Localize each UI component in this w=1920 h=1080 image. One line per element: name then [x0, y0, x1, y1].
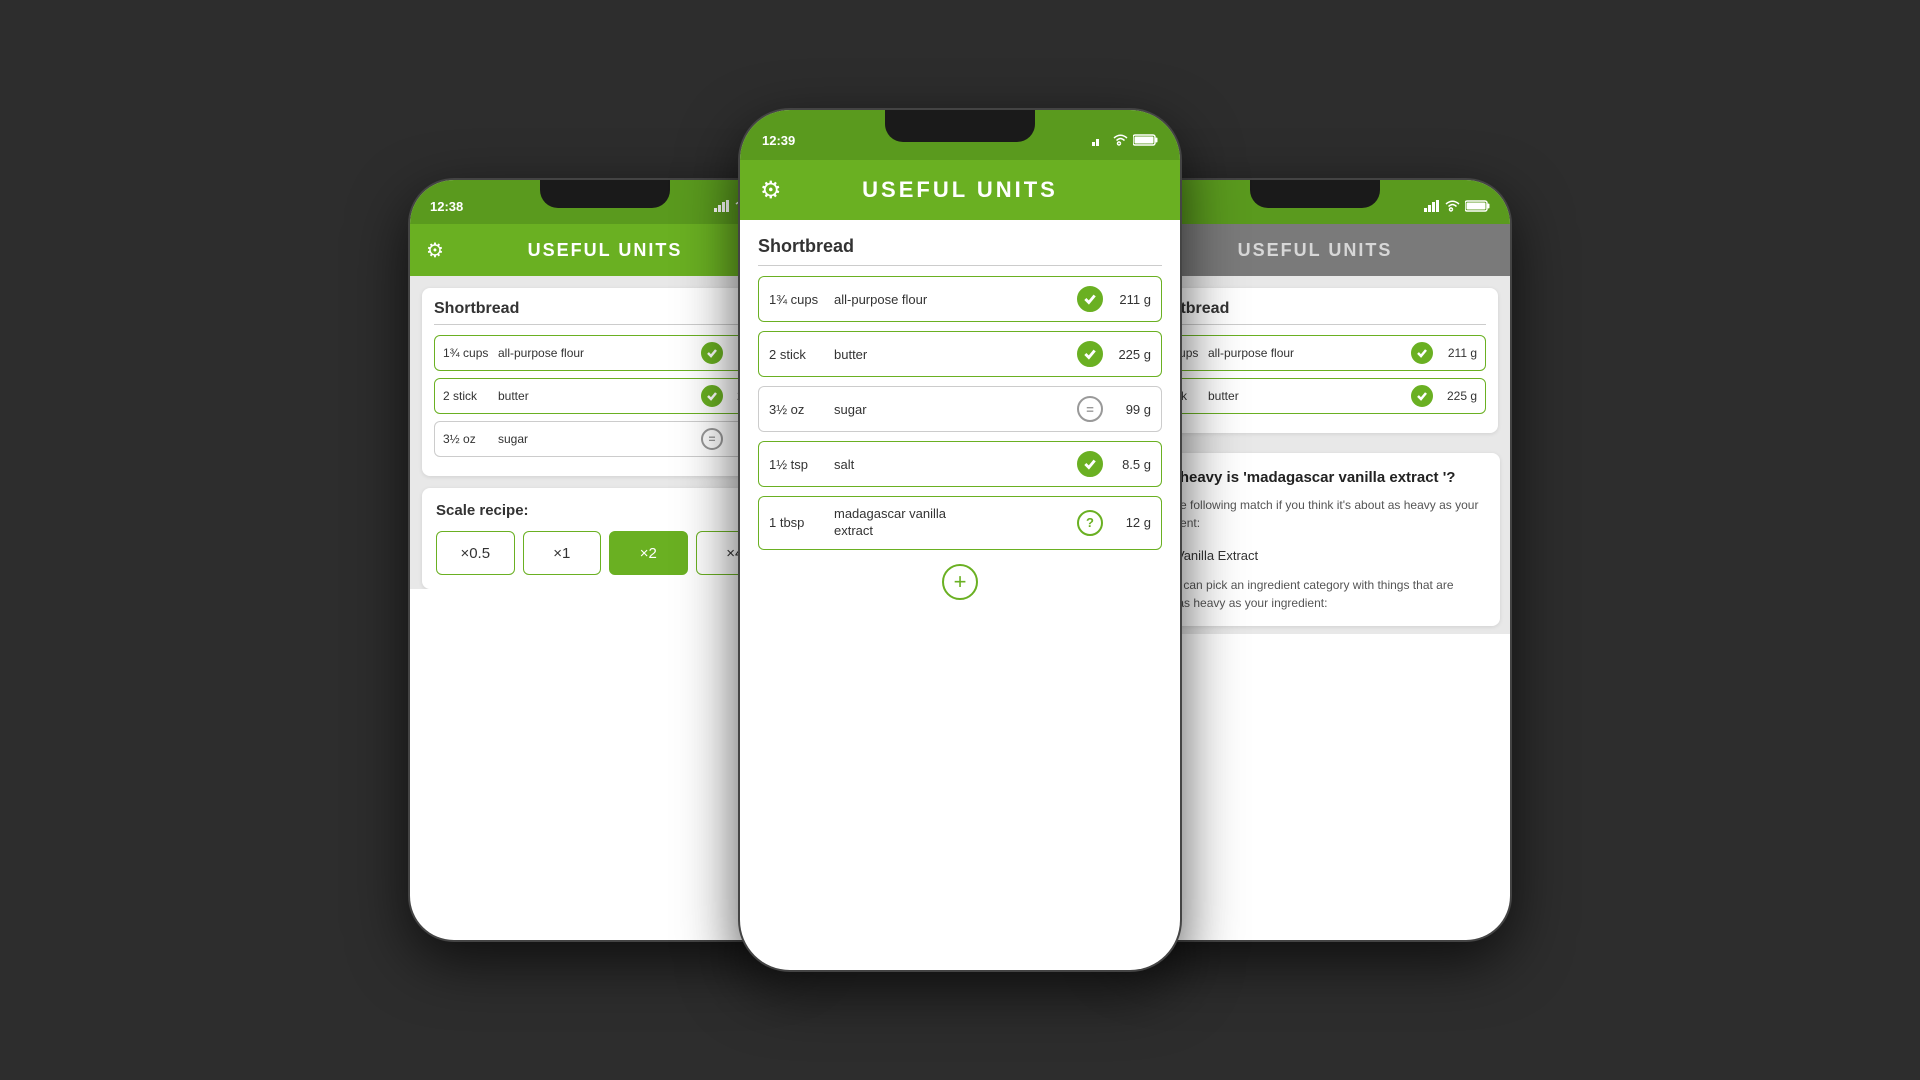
ingredient-row-sugar-left[interactable]: 3½ oz sugar = 99 g — [434, 421, 776, 457]
app-title-center: USEFUL UNITS — [862, 177, 1058, 203]
signal-icon-center — [1092, 134, 1108, 146]
ingredient-row-sugar-center[interactable]: 3½ oz sugar = 99 g — [758, 386, 1162, 432]
ing-amount-sugar-left: 3½ oz — [443, 432, 498, 446]
app-title-left: USEFUL UNITS — [528, 240, 683, 261]
ing-name-flour-center: all-purpose flour — [834, 292, 1071, 307]
scale-btn-2[interactable]: ×2 — [609, 531, 688, 575]
ing-check-butter-right[interactable] — [1411, 385, 1433, 407]
ing-grams-flour-right: 211 g — [1439, 346, 1477, 360]
app-content-center: Shortbread 1¾ cups all-purpose flour 211… — [740, 220, 1180, 614]
ing-name-vanilla-center: madagascar vanillaextract — [834, 506, 1071, 540]
ing-amount-flour-center: 1¾ cups — [769, 292, 834, 307]
scale-buttons-left: ×0.5 ×1 ×2 ×4 — [436, 531, 774, 575]
ing-name-salt-center: salt — [834, 457, 1071, 472]
ing-amount-butter-left: 2 stick — [443, 389, 498, 403]
ing-name-butter-right: butter — [1208, 389, 1405, 403]
scale-section-left: Scale recipe: ×0.5 ×1 ×2 ×4 — [422, 488, 788, 589]
ing-name-butter-left: butter — [498, 389, 695, 403]
question-desc1-right: Pick the following match if you think it… — [1144, 496, 1486, 532]
battery-icon-center — [1133, 134, 1158, 146]
ing-amount-butter-center: 2 stick — [769, 347, 834, 362]
ing-check-flour-center[interactable] — [1077, 286, 1103, 312]
ing-check-vanilla-center[interactable]: ? — [1077, 510, 1103, 536]
status-icons-right — [1424, 200, 1490, 212]
notch-left — [540, 180, 670, 208]
ing-check-butter-center[interactable] — [1077, 341, 1103, 367]
notch-right — [1250, 180, 1380, 208]
ingredient-row-salt-center[interactable]: 1½ tsp salt 8.5 g — [758, 441, 1162, 487]
recipe-title-left: Shortbread — [434, 300, 776, 318]
battery-icon-right — [1465, 200, 1490, 212]
gear-icon-left[interactable]: ⚙ — [426, 238, 444, 263]
ing-amount-sugar-center: 3½ oz — [769, 402, 834, 417]
ing-grams-sugar-center: 99 g — [1109, 402, 1151, 417]
add-ingredient-button[interactable]: + — [740, 564, 1180, 600]
scene: 12:38 — [260, 60, 1660, 1020]
ing-check-salt-center[interactable] — [1077, 451, 1103, 477]
ing-grams-vanilla-center: 12 g — [1109, 515, 1151, 530]
recipe-card-right: Shortbread 1¾ cups all-purpose flour 211… — [1132, 288, 1498, 433]
time-center: 12:39 — [762, 133, 795, 148]
ing-amount-flour-left: 1¾ cups — [443, 346, 498, 360]
ingredient-row-butter-center[interactable]: 2 stick butter 225 g — [758, 331, 1162, 377]
ing-name-sugar-center: sugar — [834, 402, 1071, 417]
scale-btn-1[interactable]: ×1 — [523, 531, 602, 575]
ing-check-flour-right[interactable] — [1411, 342, 1433, 364]
question-panel-right: How heavy is 'madagascar vanilla extract… — [1130, 453, 1500, 626]
phone-center: 12:39 — [740, 110, 1180, 970]
ing-amount-vanilla-center: 1 tbsp — [769, 515, 834, 530]
ingredient-row-butter-right[interactable]: 2 stick butter 225 g — [1144, 378, 1486, 414]
ing-name-flour-left: all-purpose flour — [498, 346, 695, 360]
option-text-right: Vanilla Extract — [1176, 548, 1258, 563]
ing-check-sugar-center[interactable]: = — [1077, 396, 1103, 422]
question-option-right[interactable]: Vanilla Extract — [1144, 544, 1486, 566]
recipe-title-right: Shortbread — [1144, 300, 1486, 318]
ingredient-row-flour-right[interactable]: 1¾ cups all-purpose flour 211 g — [1144, 335, 1486, 371]
app-title-right: USEFUL UNITS — [1238, 240, 1393, 261]
ing-grams-flour-center: 211 g — [1109, 292, 1151, 307]
ing-check-flour-left[interactable] — [701, 342, 723, 364]
ing-check-butter-left[interactable] — [701, 385, 723, 407]
ingredient-row-flour-left[interactable]: 1¾ cups all-purpose flour 211 g — [434, 335, 776, 371]
time-left: 12:38 — [430, 199, 463, 214]
recipe-card-left: Shortbread 1¾ cups all-purpose flour 211… — [422, 288, 788, 476]
question-desc2-right: Or you can pick an ingredient category w… — [1144, 576, 1486, 612]
ing-grams-butter-right: 225 g — [1439, 389, 1477, 403]
recipe-card-center: Shortbread 1¾ cups all-purpose flour 211… — [740, 220, 1180, 550]
scale-title-left: Scale recipe: — [436, 502, 774, 519]
ingredient-row-vanilla-center[interactable]: 1 tbsp madagascar vanillaextract ? 12 g — [758, 496, 1162, 550]
status-icons-center — [1092, 134, 1158, 146]
signal-icon-right — [1424, 200, 1440, 212]
add-circle-icon[interactable]: + — [942, 564, 978, 600]
notch-center — [885, 110, 1035, 142]
ing-amount-salt-center: 1½ tsp — [769, 457, 834, 472]
ingredient-row-butter-left[interactable]: 2 stick butter 225 g — [434, 378, 776, 414]
ing-grams-salt-center: 8.5 g — [1109, 457, 1151, 472]
app-header-center: ⚙ USEFUL UNITS — [740, 160, 1180, 220]
ing-check-sugar-left[interactable]: = — [701, 428, 723, 450]
question-title-right: How heavy is 'madagascar vanilla extract… — [1144, 467, 1486, 488]
wifi-icon-right — [1445, 200, 1460, 212]
divider-center — [758, 265, 1162, 266]
ing-name-flour-right: all-purpose flour — [1208, 346, 1405, 360]
ingredient-row-flour-center[interactable]: 1¾ cups all-purpose flour 211 g — [758, 276, 1162, 322]
scale-btn-05[interactable]: ×0.5 — [436, 531, 515, 575]
signal-icon-left — [714, 200, 730, 212]
ing-name-butter-center: butter — [834, 347, 1071, 362]
divider-right — [1144, 324, 1486, 325]
ing-name-sugar-left: sugar — [498, 432, 695, 446]
wifi-icon-center — [1113, 134, 1128, 146]
ing-grams-butter-center: 225 g — [1109, 347, 1151, 362]
recipe-title-center: Shortbread — [758, 236, 1162, 257]
divider-left — [434, 324, 776, 325]
gear-icon-center[interactable]: ⚙ — [760, 176, 782, 205]
